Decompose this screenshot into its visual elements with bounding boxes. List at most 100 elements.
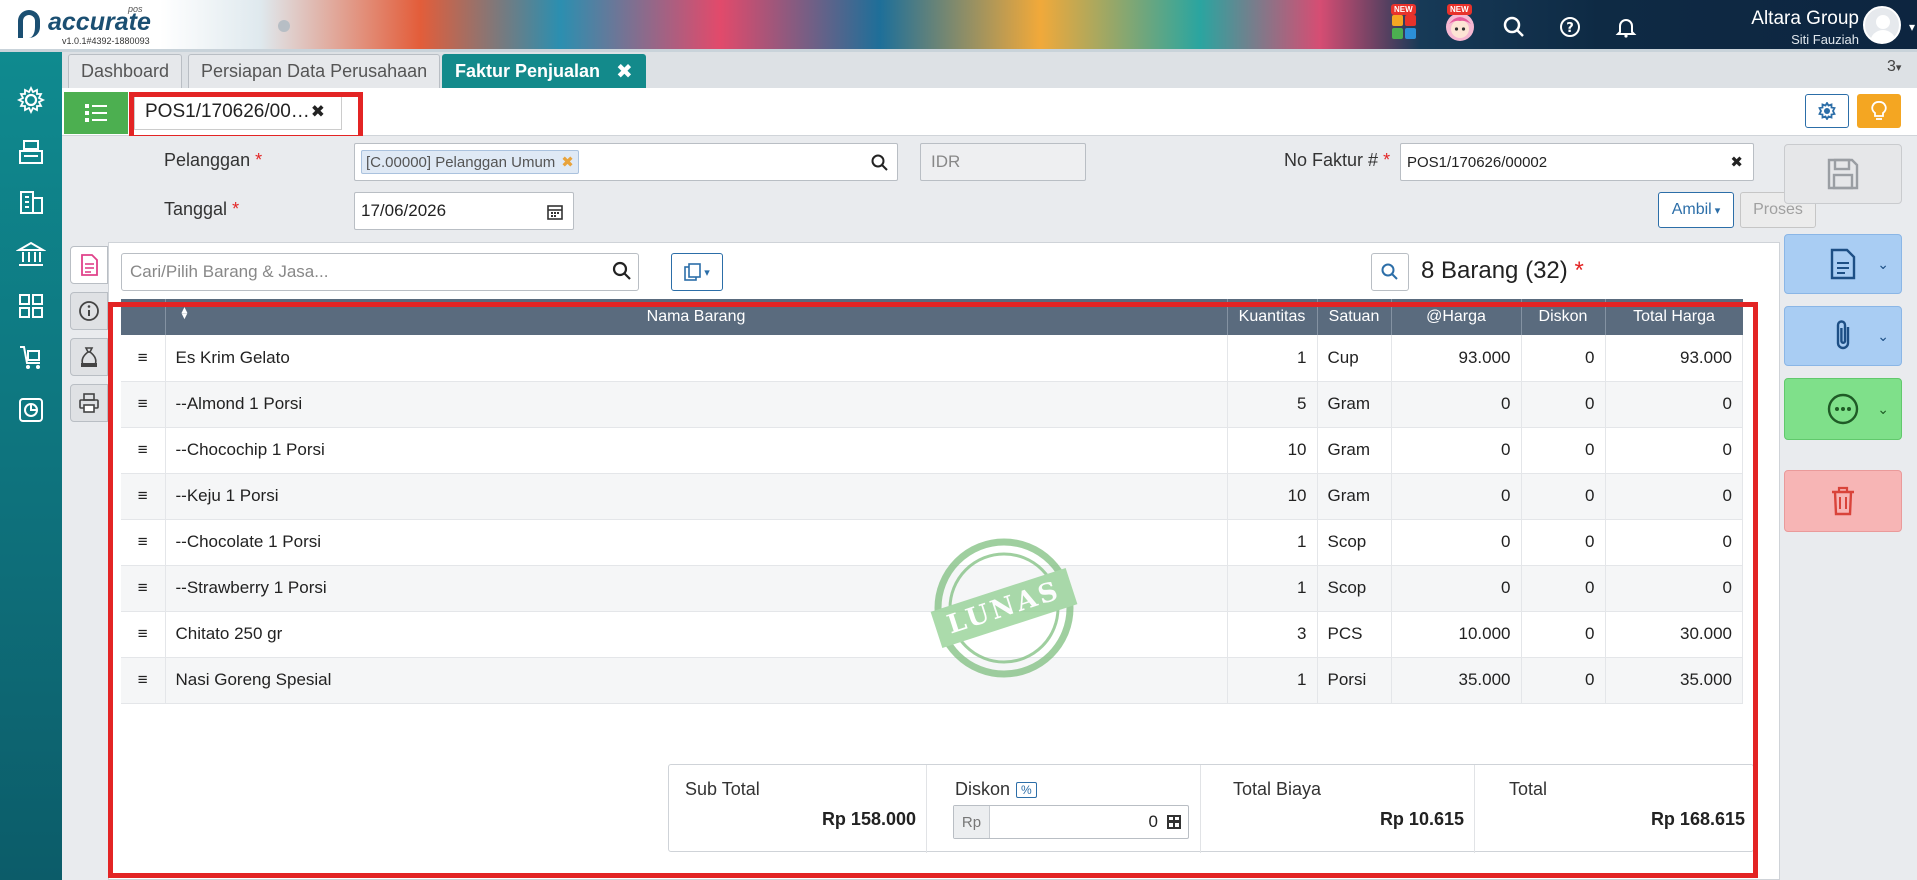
col-kuantitas[interactable]: Kuantitas <box>1227 299 1318 335</box>
tab-faktur-penjualan[interactable]: Faktur Penjualan ✖ <box>442 54 646 88</box>
delete-button[interactable] <box>1784 470 1902 532</box>
search-icon <box>1381 263 1398 280</box>
item-qty: 1 <box>1227 335 1318 382</box>
drag-handle-icon[interactable]: ≡ <box>121 611 166 658</box>
drag-handle-icon[interactable]: ≡ <box>121 473 166 520</box>
item-total: 0 <box>1605 381 1743 428</box>
app-version: v1.0.1#4392-1880093 <box>62 36 150 46</box>
remove-customer-icon[interactable]: ✖ <box>561 153 574 171</box>
tips-button[interactable] <box>1857 94 1901 128</box>
tab-dashboard[interactable]: Dashboard <box>68 54 183 88</box>
tab-count: 3 <box>1887 58 1896 75</box>
pelanggan-label: Pelanggan * <box>164 150 263 170</box>
item-unit: Gram <box>1317 473 1392 520</box>
customer-chip: [C.00000] Pelanggan Umum ✖ <box>361 150 579 174</box>
attachment-button[interactable]: ⌄ <box>1784 306 1902 366</box>
drag-handle-icon[interactable]: ≡ <box>121 427 166 474</box>
table-row[interactable]: ≡ --Chocochip 1 Porsi 10 Gram 0 0 0 <box>121 427 1743 474</box>
table-row[interactable]: ≡ Es Krim Gelato 1 Cup 93.000 0 93.000 <box>121 335 1743 382</box>
clear-icon[interactable]: ✖ <box>1730 153 1743 171</box>
item-discount: 0 <box>1521 335 1606 382</box>
cash-register-icon[interactable] <box>15 136 47 168</box>
percent-toggle[interactable]: % <box>1016 782 1037 799</box>
top-icons: NEW NEW ? Altara Group Siti Fauziah ▾ <box>1357 0 1917 52</box>
item-qty: 5 <box>1227 381 1318 428</box>
trolley-icon[interactable] <box>15 342 47 374</box>
table-row[interactable]: ≡ --Keju 1 Porsi 10 Gram 0 0 0 <box>121 473 1743 520</box>
col-satuan[interactable]: Satuan <box>1317 299 1392 335</box>
search-icon <box>612 261 631 280</box>
table-header: ▲ ▼ Nama Barang Kuantitas Satuan @Harga D… <box>121 299 1743 335</box>
bank-icon[interactable] <box>15 238 47 270</box>
col-total-harga[interactable]: Total Harga <box>1605 299 1743 335</box>
ambil-button[interactable]: Ambil ▾ <box>1658 192 1734 228</box>
app-logo[interactable]: accurate pos v1.0.1#4392-1880093 <box>12 4 162 48</box>
paperclip-icon <box>1836 320 1850 350</box>
tanggal-field[interactable]: 17/06/2026 <box>354 192 574 230</box>
apps-grid-icon[interactable]: NEW <box>1389 4 1419 42</box>
item-unit: PCS <box>1317 611 1392 658</box>
item-search-input[interactable]: Cari/Pilih Barang & Jasa... <box>121 253 639 291</box>
table-row[interactable]: ≡ --Chocolate 1 Porsi 1 Scop 0 0 0 <box>121 519 1743 566</box>
report-chart-icon[interactable] <box>15 394 47 426</box>
item-price: 0 <box>1391 427 1522 474</box>
no-faktur-label: No Faktur # * <box>1284 150 1391 170</box>
help-icon[interactable]: ? <box>1555 12 1585 42</box>
drag-handle-icon[interactable]: ≡ <box>121 335 166 382</box>
close-tab-icon[interactable]: ✖ <box>616 59 633 84</box>
main-form: Pelanggan * [C.00000] Pelanggan Umum ✖ I… <box>62 136 1816 880</box>
document-actions-button[interactable]: ⌄ <box>1784 234 1902 294</box>
window-dot <box>278 20 290 32</box>
table-row[interactable]: ≡ --Almond 1 Porsi 5 Gram 0 0 0 <box>121 381 1743 428</box>
table-row[interactable]: ≡ --Strawberry 1 Porsi 1 Scop 0 0 0 <box>121 565 1743 612</box>
item-qty: 1 <box>1227 565 1318 612</box>
payment-tab[interactable] <box>70 338 108 376</box>
item-name: --Keju 1 Porsi <box>165 473 1228 520</box>
save-button[interactable] <box>1784 144 1902 204</box>
item-discount: 0 <box>1521 381 1606 428</box>
diskon-input[interactable]: Rp 0 <box>953 805 1189 839</box>
drag-handle-icon[interactable]: ≡ <box>121 565 166 612</box>
search-detail-button[interactable] <box>1371 253 1409 291</box>
tab-count-dropdown[interactable]: 3▾ <box>1887 58 1917 82</box>
table-row[interactable]: ≡ Nasi Goreng Spesial 1 Porsi 35.000 0 35.000 <box>121 657 1743 704</box>
pelanggan-field[interactable]: [C.00000] Pelanggan Umum ✖ <box>354 143 898 181</box>
company-info[interactable]: Altara Group Siti Fauziah <box>1751 8 1859 47</box>
no-faktur-field[interactable]: POS1/170626/00002 ✖ <box>1400 143 1754 181</box>
more-actions-button[interactable]: ⌄ <box>1784 378 1902 440</box>
col-nama-barang[interactable]: ▲ ▼ Nama Barang <box>165 299 1228 335</box>
detail-items-tab[interactable] <box>70 246 108 284</box>
table-row[interactable]: ≡ Chitato 250 gr 3 PCS 10.000 0 30.000 <box>121 611 1743 658</box>
col-diskon[interactable]: Diskon <box>1521 299 1606 335</box>
tab-persiapan-data[interactable]: Persiapan Data Perusahaan <box>188 54 441 88</box>
drag-handle-icon[interactable]: ≡ <box>121 381 166 428</box>
info-tab[interactable] <box>70 292 108 330</box>
bell-icon[interactable] <box>1611 12 1641 42</box>
copy-items-button[interactable]: ▾ <box>671 253 723 291</box>
tab-label: Faktur Penjualan <box>455 61 601 81</box>
drag-handle-icon[interactable]: ≡ <box>121 657 166 704</box>
settings-gear-icon[interactable] <box>15 84 47 116</box>
sort-handle-header[interactable] <box>121 299 166 335</box>
tanggal-label: Tanggal * <box>164 199 240 219</box>
settings-button[interactable] <box>1805 94 1849 128</box>
drag-handle-icon[interactable]: ≡ <box>121 519 166 566</box>
diskon-value: 0 <box>1148 812 1158 831</box>
item-price: 35.000 <box>1391 657 1522 704</box>
assistant-avatar-icon[interactable]: NEW <box>1445 4 1475 42</box>
biaya-cell: Total Biaya Rp 10.615 <box>1201 765 1475 853</box>
col-harga[interactable]: @Harga <box>1391 299 1522 335</box>
inventory-boxes-icon[interactable] <box>15 290 47 322</box>
item-qty: 1 <box>1227 657 1318 704</box>
total-label: Total <box>1509 779 1548 799</box>
building-icon[interactable] <box>15 186 47 218</box>
search-icon[interactable] <box>1499 12 1529 42</box>
list-view-button[interactable] <box>64 92 128 134</box>
gear-icon <box>1818 102 1836 120</box>
user-avatar[interactable] <box>1863 6 1901 44</box>
printer-tab[interactable] <box>70 384 108 422</box>
item-name: --Strawberry 1 Porsi <box>165 565 1228 612</box>
chevron-down-icon[interactable]: ▾ <box>1909 20 1915 34</box>
totals-panel: Sub Total Rp 158.000 Diskon% Rp 0 Total … <box>668 764 1754 853</box>
item-unit: Scop <box>1317 565 1392 612</box>
